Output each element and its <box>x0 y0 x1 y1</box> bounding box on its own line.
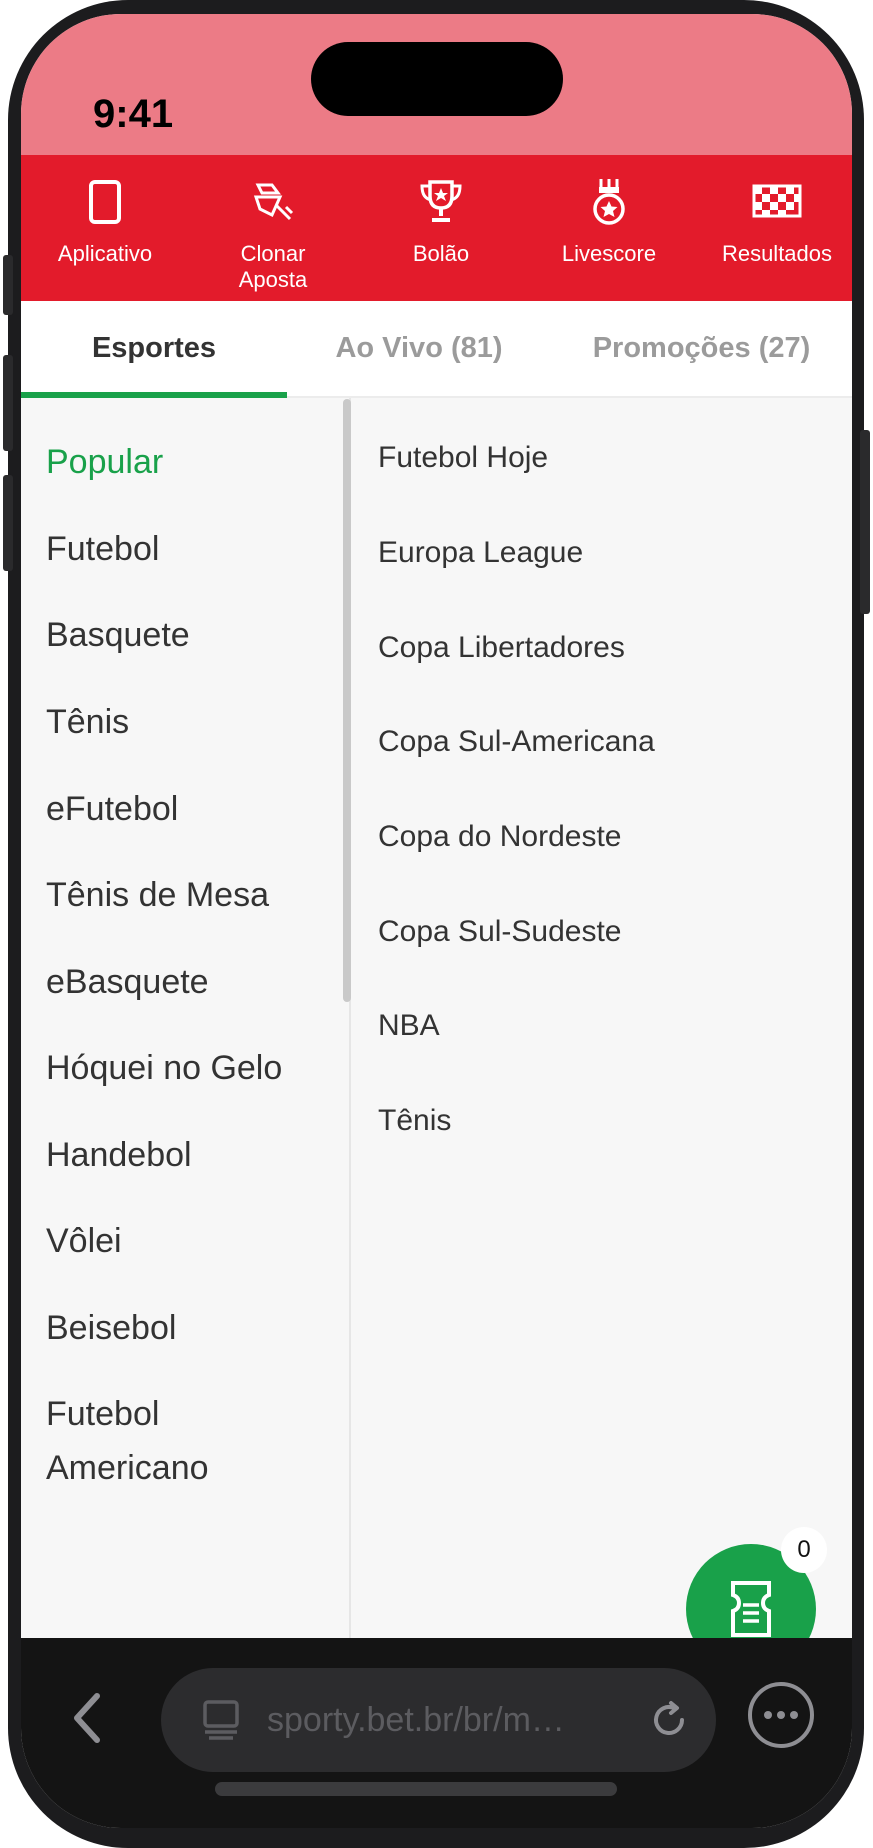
betslip-count-badge: 0 <box>781 1527 827 1573</box>
sport-item-futebol-americano[interactable]: Futebol Americano <box>46 1387 246 1495</box>
nav-label: Bolão <box>412 241 470 266</box>
sport-item-tenis[interactable]: Tênis <box>46 695 326 749</box>
sports-scrollbar[interactable] <box>343 399 351 1002</box>
status-time: 9:41 <box>93 92 174 136</box>
sport-item-handebol[interactable]: Handebol <box>46 1128 326 1182</box>
chevron-left-icon <box>74 1693 100 1743</box>
sport-item-futebol[interactable]: Futebol <box>46 522 326 576</box>
more-options-button[interactable] <box>746 1680 816 1750</box>
league-item-copa-libertadores[interactable]: Copa Libertadores <box>378 628 625 668</box>
side-button-volume-down <box>3 475 13 571</box>
sport-item-hoquei-no-gelo[interactable]: Hóquei no Gelo <box>46 1041 326 1095</box>
tab-promocoes[interactable]: Promoções (27) <box>551 301 852 396</box>
phone-icon <box>80 177 130 227</box>
league-item-nba[interactable]: NBA <box>378 1006 440 1046</box>
league-item-copa-sul-americana[interactable]: Copa Sul-Americana <box>378 722 655 762</box>
medal-icon <box>584 177 634 227</box>
nav-item-resultados[interactable]: Resultados <box>693 155 852 301</box>
browser-toolbar: sporty.bet.br/br/m… <box>21 1638 852 1828</box>
sport-item-popular[interactable]: Popular <box>46 435 326 489</box>
nav-item-aplicativo[interactable]: Aplicativo <box>21 155 189 301</box>
nav-label: Livescore <box>561 241 657 266</box>
nav-label: Clonar Aposta <box>238 241 308 292</box>
ticket-icon <box>731 1581 771 1637</box>
nav-item-clonar-aposta[interactable]: Clonar Aposta <box>189 155 357 301</box>
screen: 9:41 Aplicativo Clonar Aposta Bolão Live… <box>21 14 852 1828</box>
more-dots-icon <box>748 1682 814 1748</box>
sport-item-volei[interactable]: Vôlei <box>46 1214 326 1268</box>
reload-icon[interactable] <box>649 1700 689 1740</box>
side-button-action <box>3 255 13 315</box>
sport-item-basquete[interactable]: Basquete <box>46 608 326 662</box>
sport-item-efutebol[interactable]: eFutebol <box>46 782 326 836</box>
checkered-flag-icon <box>752 177 802 227</box>
page-icon <box>203 1700 239 1740</box>
league-item-copa-sul-sudeste[interactable]: Copa Sul-Sudeste <box>378 912 622 952</box>
league-item-copa-do-nordeste[interactable]: Copa do Nordeste <box>378 817 622 857</box>
url-text: sporty.bet.br/br/m… <box>267 1701 565 1739</box>
tab-ao-vivo[interactable]: Ao Vivo (81) <box>287 301 551 396</box>
back-button[interactable] <box>61 1688 121 1748</box>
nav-item-bolao[interactable]: Bolão <box>357 155 525 301</box>
sport-tabs: Esportes Ao Vivo (81) Promoções (27) <box>21 301 852 398</box>
nav-label: Resultados <box>721 241 833 266</box>
home-indicator[interactable] <box>215 1782 617 1796</box>
league-item-europa-league[interactable]: Europa League <box>378 533 583 573</box>
clone-bet-icon <box>248 177 298 227</box>
league-item-futebol-hoje[interactable]: Futebol Hoje <box>378 438 548 478</box>
sport-item-beisebol[interactable]: Beisebol <box>46 1301 326 1355</box>
nav-item-livescore[interactable]: Livescore <box>525 155 693 301</box>
trophy-icon <box>416 177 466 227</box>
side-button-volume-up <box>3 355 13 451</box>
dynamic-island <box>311 42 563 116</box>
sport-item-tenis-de-mesa[interactable]: Tênis de Mesa <box>46 868 326 922</box>
top-nav: Aplicativo Clonar Aposta Bolão Livescore… <box>21 155 852 301</box>
sport-item-ebasquete[interactable]: eBasquete <box>46 955 326 1009</box>
side-button-power <box>860 430 870 614</box>
address-bar[interactable]: sporty.bet.br/br/m… <box>161 1668 716 1772</box>
nav-label: Aplicativo <box>57 241 153 266</box>
league-item-tenis[interactable]: Tênis <box>378 1101 451 1141</box>
tab-esportes[interactable]: Esportes <box>21 301 287 398</box>
status-bar: 9:41 <box>21 14 852 155</box>
